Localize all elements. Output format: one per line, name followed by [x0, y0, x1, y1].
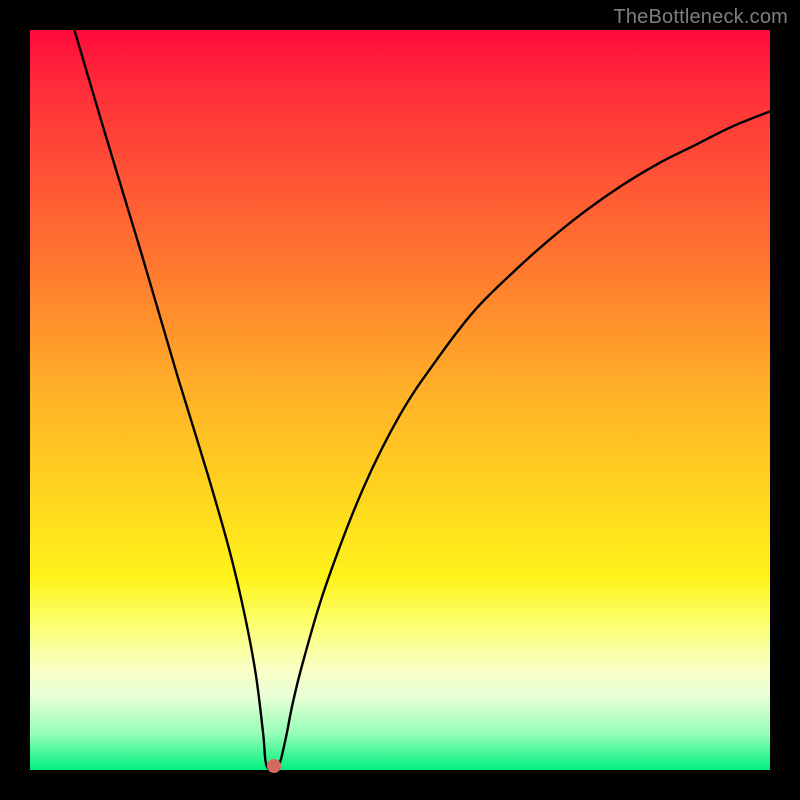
optimum-marker: [267, 759, 281, 773]
chart-frame: TheBottleneck.com: [0, 0, 800, 800]
bottleneck-curve: [30, 30, 770, 770]
watermark-text: TheBottleneck.com: [613, 6, 788, 29]
plot-area: [30, 30, 770, 770]
